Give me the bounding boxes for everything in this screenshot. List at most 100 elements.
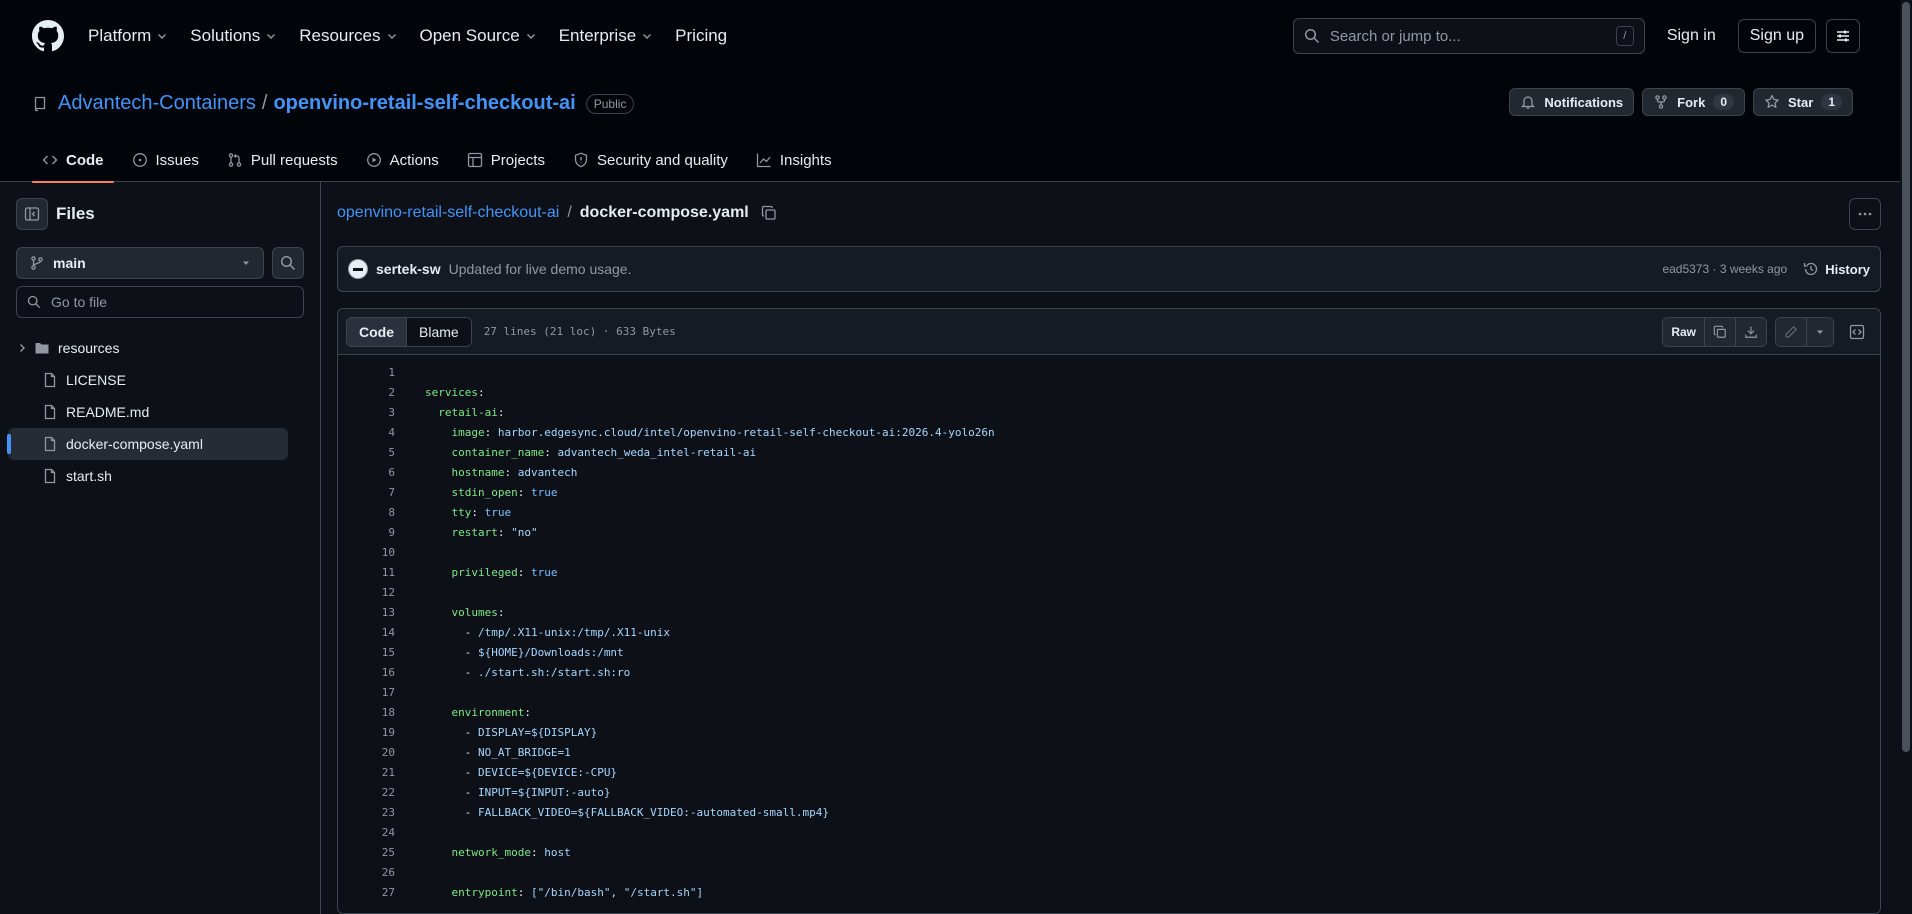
nav-pricing[interactable]: Pricing bbox=[675, 26, 727, 46]
more-options-button[interactable] bbox=[1849, 198, 1881, 230]
line-number[interactable]: 12 bbox=[338, 586, 395, 599]
breadcrumb-repo-link[interactable]: openvino-retail-self-checkout-ai bbox=[337, 204, 559, 222]
commit-meta[interactable]: ead5373 · 3 weeks ago bbox=[1662, 262, 1787, 276]
line-text: network_mode: host bbox=[395, 846, 571, 859]
tree-item-license[interactable]: LICENSE bbox=[8, 364, 288, 396]
sign-in-link[interactable]: Sign in bbox=[1667, 27, 1716, 45]
search-files-button[interactable] bbox=[272, 247, 304, 279]
history-label: History bbox=[1825, 261, 1870, 277]
repo-owner-link[interactable]: Advantech-Containers bbox=[58, 92, 256, 115]
line-number[interactable]: 16 bbox=[338, 666, 395, 679]
sign-up-button[interactable]: Sign up bbox=[1737, 19, 1816, 53]
repo-icon bbox=[34, 96, 46, 111]
line-text: privileged: true bbox=[395, 565, 558, 579]
github-logo-icon[interactable] bbox=[32, 20, 64, 52]
line-number[interactable]: 22 bbox=[338, 786, 395, 799]
settings-menu-button[interactable] bbox=[1826, 19, 1860, 53]
tab-insights[interactable]: Insights bbox=[746, 138, 842, 182]
line-number[interactable]: 10 bbox=[338, 546, 395, 559]
history-button[interactable]: History bbox=[1803, 261, 1870, 277]
tab-security[interactable]: Security and quality bbox=[563, 138, 738, 182]
line-number[interactable]: 8 bbox=[338, 506, 395, 519]
line-number[interactable]: 18 bbox=[338, 706, 395, 719]
code-token: - bbox=[425, 645, 478, 659]
line-number[interactable]: 5 bbox=[338, 446, 395, 459]
tree-item-label: LICENSE bbox=[66, 372, 126, 388]
star-button[interactable]: Star 1 bbox=[1753, 88, 1853, 116]
edit-dropdown-button[interactable] bbox=[1807, 317, 1833, 346]
tree-item-resources[interactable]: resources bbox=[8, 332, 288, 364]
code-content[interactable]: 1 2 services: 3 retail-ai: 4 image: harbor.e… bbox=[338, 355, 1880, 902]
line-number[interactable]: 15 bbox=[338, 646, 395, 659]
tree-item-docker-compose[interactable]: docker-compose.yaml bbox=[7, 428, 288, 460]
line-number[interactable]: 4 bbox=[338, 426, 395, 439]
branch-name: main bbox=[53, 255, 86, 271]
tree-item-label: docker-compose.yaml bbox=[66, 436, 203, 452]
graph-icon bbox=[756, 153, 771, 168]
collapse-sidebar-button[interactable] bbox=[16, 198, 48, 230]
copy-path-button[interactable] bbox=[761, 205, 777, 221]
tab-pull-requests[interactable]: Pull requests bbox=[217, 138, 348, 182]
line-number[interactable]: 6 bbox=[338, 466, 395, 479]
nav-enterprise[interactable]: Enterprise bbox=[559, 26, 653, 46]
nav-resources[interactable]: Resources bbox=[299, 26, 397, 46]
commit-author-link[interactable]: sertek-sw bbox=[376, 261, 441, 277]
code-view-button[interactable]: Code bbox=[347, 317, 407, 346]
line-number[interactable]: 13 bbox=[338, 606, 395, 619]
nav-solutions[interactable]: Solutions bbox=[190, 26, 277, 46]
download-button[interactable] bbox=[1736, 317, 1766, 346]
code-token: : bbox=[517, 885, 531, 899]
code-line: 25 network_mode: host bbox=[338, 842, 1880, 862]
tab-issues[interactable]: Issues bbox=[122, 138, 209, 182]
line-number[interactable]: 20 bbox=[338, 746, 395, 759]
line-number[interactable]: 1 bbox=[338, 366, 395, 379]
tab-code[interactable]: Code bbox=[32, 138, 114, 183]
code-token: : bbox=[517, 565, 531, 579]
tab-projects[interactable]: Projects bbox=[457, 138, 555, 182]
search-input[interactable]: Search or jump to... / bbox=[1292, 18, 1645, 54]
line-number[interactable]: 3 bbox=[338, 406, 395, 419]
code-line: 13 volumes: bbox=[338, 602, 1880, 622]
nav-open-source[interactable]: Open Source bbox=[420, 26, 537, 46]
edit-button[interactable] bbox=[1776, 317, 1807, 346]
go-to-file-input[interactable]: Go to file bbox=[16, 286, 304, 318]
line-number[interactable]: 7 bbox=[338, 486, 395, 499]
chevron-right-icon[interactable] bbox=[14, 342, 30, 354]
sliders-icon bbox=[1837, 30, 1849, 42]
line-number[interactable]: 2 bbox=[338, 386, 395, 399]
search-icon bbox=[27, 295, 41, 309]
line-number[interactable]: 24 bbox=[338, 826, 395, 839]
code-line: 24 bbox=[338, 822, 1880, 842]
line-number[interactable]: 25 bbox=[338, 846, 395, 859]
code-line: 15 - ${HOME}/Downloads:/mnt bbox=[338, 642, 1880, 662]
line-number[interactable]: 9 bbox=[338, 526, 395, 539]
nav-platform[interactable]: Platform bbox=[88, 26, 168, 46]
line-number[interactable]: 27 bbox=[338, 886, 395, 899]
repo-name-link[interactable]: openvino-retail-self-checkout-ai bbox=[273, 92, 575, 115]
fork-button[interactable]: Fork 0 bbox=[1642, 88, 1746, 116]
page-scrollbar[interactable] bbox=[1900, 0, 1912, 914]
raw-button[interactable]: Raw bbox=[1663, 317, 1705, 346]
branch-selector[interactable]: main bbox=[16, 247, 264, 279]
line-text: image: harbor.edgesync.cloud/intel/openv… bbox=[395, 426, 995, 439]
notifications-button[interactable]: Notifications bbox=[1509, 88, 1635, 116]
copy-raw-button[interactable] bbox=[1705, 317, 1736, 346]
line-number[interactable]: 11 bbox=[338, 566, 395, 579]
symbols-panel-button[interactable] bbox=[1842, 317, 1872, 347]
line-number[interactable]: 19 bbox=[338, 726, 395, 739]
tab-actions[interactable]: Actions bbox=[356, 138, 449, 182]
line-number[interactable]: 17 bbox=[338, 686, 395, 699]
line-text: - ${HOME}/Downloads:/mnt bbox=[395, 646, 624, 659]
commit-message-link[interactable]: Updated for live demo usage. bbox=[449, 261, 1663, 277]
blame-view-button[interactable]: Blame bbox=[407, 317, 471, 346]
tree-item-start-sh[interactable]: start.sh bbox=[8, 460, 288, 492]
line-number[interactable]: 21 bbox=[338, 766, 395, 779]
avatar[interactable] bbox=[348, 259, 368, 279]
code-token: : bbox=[484, 425, 498, 439]
line-number[interactable]: 14 bbox=[338, 626, 395, 639]
scrollbar-thumb[interactable] bbox=[1902, 2, 1910, 752]
line-number[interactable]: 26 bbox=[338, 866, 395, 879]
tree-item-readme[interactable]: README.md bbox=[8, 396, 288, 428]
line-number[interactable]: 23 bbox=[338, 806, 395, 819]
